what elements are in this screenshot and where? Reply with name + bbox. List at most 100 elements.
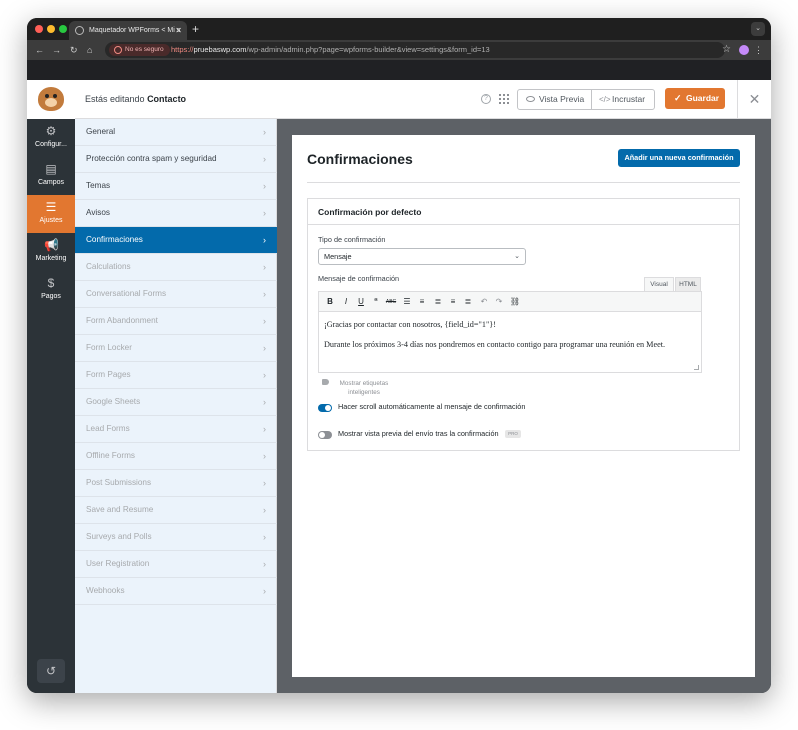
url-text[interactable]: https://pruebaswp.com/wp-admin/admin.php… — [171, 42, 490, 58]
settings-item-label: General — [86, 127, 116, 136]
settings-item-surveys-and-polls[interactable]: Surveys and Polls › — [75, 524, 277, 551]
sidebar-item-settings[interactable]: ☰ Ajustes — [27, 195, 75, 233]
link-icon[interactable]: ⛓ — [509, 296, 521, 308]
tab-bar: Maquetador WPForms < Mi s ✕ + ⌄ — [27, 18, 771, 40]
bullet-list-icon[interactable]: ☰ — [401, 296, 413, 308]
chevron-right-icon: › — [263, 208, 266, 218]
settings-item-general[interactable]: General › — [75, 119, 277, 146]
insecure-label: No es seguro — [125, 46, 164, 53]
resize-handle-icon[interactable] — [694, 365, 699, 370]
settings-item-form-abandonment[interactable]: Form Abandonment › — [75, 308, 277, 335]
embed-button[interactable]: </> Incrustar — [592, 90, 654, 109]
blockquote-icon[interactable]: “ — [370, 296, 382, 308]
settings-item-confirmations[interactable]: Confirmaciones › — [75, 227, 277, 254]
settings-item-user-registration[interactable]: User Registration › — [75, 551, 277, 578]
home-icon[interactable]: ⌂ — [87, 43, 92, 57]
back-arrow-icon[interactable]: ← — [35, 43, 44, 57]
dollar-icon: $ — [47, 276, 55, 290]
reload-icon[interactable]: ↻ — [70, 43, 78, 57]
address-bar[interactable]: No es seguro https://pruebaswp.com/wp-ad… — [105, 42, 725, 58]
redo-icon[interactable]: ↷ — [493, 296, 505, 308]
preview-button[interactable]: Vista Previa — [518, 90, 592, 109]
tab-search-icon[interactable]: ⌄ — [751, 22, 765, 36]
message-paragraph: ¡Gracias por contactar con nosotros, {fi… — [324, 320, 496, 329]
settings-item-spam[interactable]: Protección contra spam y seguridad › — [75, 146, 277, 173]
help-icon[interactable]: ? — [481, 94, 491, 104]
settings-item-post-submissions[interactable]: Post Submissions › — [75, 470, 277, 497]
close-window-button[interactable] — [35, 25, 43, 33]
align-left-icon[interactable]: ≣ — [432, 296, 444, 308]
confirmation-message-label: Mensaje de confirmación — [318, 274, 400, 283]
add-confirmation-button[interactable]: Añadir una nueva confirmación — [618, 149, 740, 167]
profile-avatar-icon[interactable] — [739, 45, 749, 55]
settings-item-label: Lead Forms — [86, 424, 130, 433]
settings-item-conversational-forms[interactable]: Conversational Forms › — [75, 281, 277, 308]
minimize-window-button[interactable] — [47, 25, 55, 33]
settings-item-lead-forms[interactable]: Lead Forms › — [75, 416, 277, 443]
settings-item-calculations[interactable]: Calculations › — [75, 254, 277, 281]
sidebar-item-marketing[interactable]: 📢 Marketing — [27, 233, 75, 271]
chevron-right-icon: › — [263, 397, 266, 407]
bold-icon[interactable]: B — [324, 296, 336, 308]
save-label: Guardar — [686, 93, 720, 103]
bear-eye — [53, 94, 57, 98]
browser-window: Maquetador WPForms < Mi s ✕ + ⌄ ← → ↻ ⌂ … — [27, 18, 771, 693]
gear-icon: ⚙ — [45, 124, 57, 138]
settings-item-form-pages[interactable]: Form Pages › — [75, 362, 277, 389]
chevron-right-icon: › — [263, 181, 266, 191]
scroll-toggle[interactable] — [318, 404, 332, 412]
settings-item-offline-forms[interactable]: Offline Forms › — [75, 443, 277, 470]
bookmark-star-icon[interactable]: ☆ — [722, 43, 731, 57]
security-chip[interactable]: No es seguro — [109, 44, 170, 56]
settings-item-form-locker[interactable]: Form Locker › — [75, 335, 277, 362]
chevron-right-icon: › — [263, 451, 266, 461]
align-center-icon[interactable]: ≡ — [447, 296, 459, 308]
settings-panel-list: General › Protección contra spam y seguri… — [75, 119, 277, 693]
browser-tab[interactable]: Maquetador WPForms < Mi s ✕ — [69, 21, 187, 40]
confirmation-type-select[interactable]: Mensaje ⌄ — [318, 248, 526, 265]
settings-item-label: Calculations — [86, 262, 131, 271]
preview-toggle-label: Mostrar vista previa del envío tras la c… — [338, 429, 499, 438]
forward-arrow-icon[interactable]: → — [52, 43, 61, 57]
chevron-right-icon: › — [263, 289, 266, 299]
browser-menu-icon[interactable]: ⋮ — [754, 43, 763, 57]
builder-header: Estás editando Contacto ? Vista Previa <… — [27, 80, 771, 119]
settings-item-themes[interactable]: Temas › — [75, 173, 277, 200]
italic-icon[interactable]: I — [340, 296, 352, 308]
save-button[interactable]: ✓ Guardar — [665, 88, 725, 109]
sidebar-item-payments[interactable]: $ Pagos — [27, 271, 75, 309]
main-content-area: Confirmaciones Añadir una nueva confirma… — [277, 119, 771, 693]
undo-icon[interactable]: ↶ — [478, 296, 490, 308]
smart-tags-link[interactable]: Mostrar etiquetas inteligentes — [334, 379, 394, 397]
chevron-right-icon: › — [263, 424, 266, 434]
underline-icon[interactable]: U — [355, 296, 367, 308]
url-path: /wp-admin/admin.php?page=wpforms-builder… — [246, 45, 490, 54]
message-editor[interactable]: B I U “ ABC ☰ ≡ ≣ ≡ ≣ ↶ ↷ ⛓ ¡Gracias por… — [318, 291, 702, 373]
confirmation-box-title[interactable]: Confirmación por defecto — [308, 199, 739, 225]
align-right-icon[interactable]: ≣ — [462, 296, 474, 308]
settings-item-webhooks[interactable]: Webhooks › — [75, 578, 277, 605]
sidebar-item-label: Campos — [37, 179, 65, 186]
close-tab-icon[interactable]: ✕ — [175, 21, 182, 40]
sidebar-item-label: Ajustes — [39, 217, 63, 224]
settings-item-notifications[interactable]: Avisos › — [75, 200, 277, 227]
embed-label: Incrustar — [612, 94, 646, 104]
sidebar-item-fields[interactable]: ▤ Campos — [27, 157, 75, 195]
preview-toggle[interactable] — [318, 431, 332, 439]
revisions-history-icon[interactable]: ↺ — [37, 659, 65, 683]
maximize-window-button[interactable] — [59, 25, 67, 33]
sidebar-item-setup[interactable]: ⚙ Configur... — [27, 119, 75, 157]
close-builder-icon[interactable]: ✕ — [737, 80, 771, 119]
chevron-right-icon: › — [263, 532, 266, 542]
tab-visual[interactable]: Visual — [644, 277, 674, 291]
settings-item-label: Post Submissions — [86, 478, 152, 487]
settings-item-google-sheets[interactable]: Google Sheets › — [75, 389, 277, 416]
strikethrough-icon[interactable]: ABC — [385, 296, 397, 308]
editor-content[interactable]: ¡Gracias por contactar con nosotros, {fi… — [324, 319, 696, 359]
numbered-list-icon[interactable]: ≡ — [416, 296, 428, 308]
tab-html[interactable]: HTML — [675, 277, 701, 291]
sidebar-item-label: Configur... — [35, 141, 67, 148]
new-tab-button[interactable]: + — [192, 21, 199, 37]
settings-item-save-and-resume[interactable]: Save and Resume › — [75, 497, 277, 524]
templates-grid-icon[interactable] — [499, 94, 509, 104]
